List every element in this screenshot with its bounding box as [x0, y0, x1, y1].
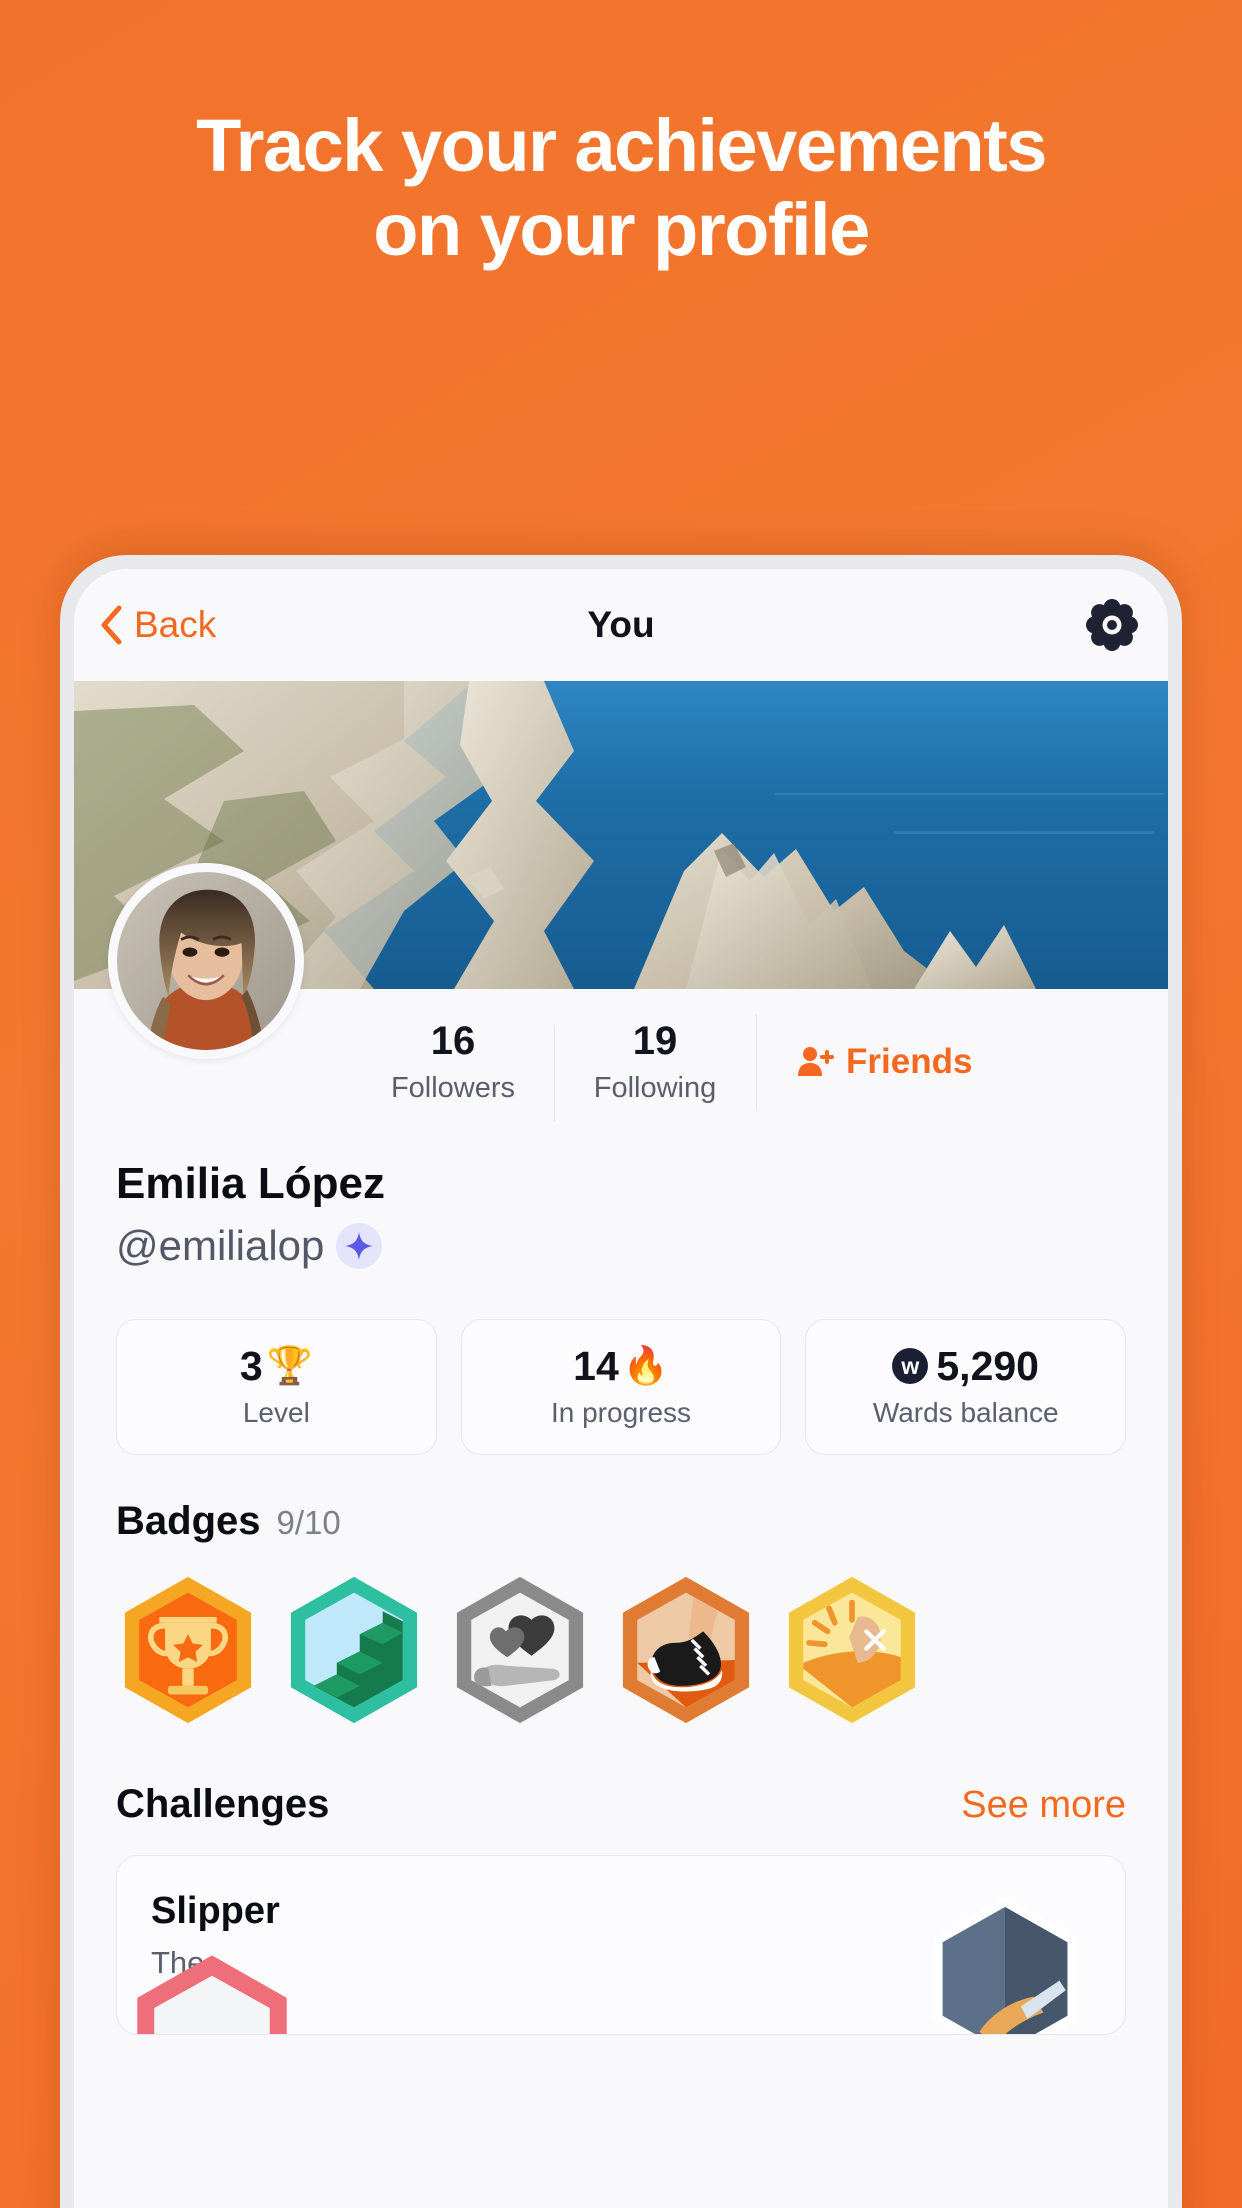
- challenge-card-slipper[interactable]: Slipper The: [116, 1855, 1126, 2035]
- trophy-emoji-icon: 🏆: [266, 1345, 313, 1386]
- stairs-badge-icon: [290, 1576, 418, 1724]
- stat-following[interactable]: 19 Following: [554, 1015, 756, 1121]
- level-card[interactable]: 3 🏆 Level: [116, 1319, 437, 1455]
- phone-frame: Back You 16 Followers 19 Following Frien…: [60, 555, 1182, 2208]
- level-card-value-row: 3 🏆: [240, 1341, 313, 1391]
- sneaker-badge-icon: [622, 1576, 750, 1724]
- app-screen: Back You 16 Followers 19 Following Frien…: [74, 569, 1168, 2208]
- stat-followers[interactable]: 16 Followers: [352, 1015, 554, 1109]
- badge-item-trophy[interactable]: [116, 1574, 260, 1726]
- badge-item-stairs[interactable]: [282, 1574, 426, 1726]
- navigation-bar: Back You: [74, 569, 1168, 681]
- badges-title: Badges: [116, 1499, 261, 1543]
- person-add-icon: [798, 1047, 834, 1076]
- level-value: 3: [239, 1343, 263, 1389]
- promo-headline: Track your achievements on your profile: [0, 104, 1242, 272]
- wards-coin-icon: w: [892, 1348, 929, 1384]
- page-title: You: [587, 604, 655, 645]
- stat-cards-row: 3 🏆 Level 14 🔥 In progress w 5,290 Wards…: [74, 1275, 1168, 1455]
- stats-row: 16 Followers 19 Following Friends: [352, 989, 972, 1123]
- blue-hexagon-badge-icon: [934, 1897, 1076, 2034]
- sparkle-icon: [345, 1232, 374, 1260]
- badges-header: Badges 9/10: [74, 1455, 1168, 1544]
- avatar-portrait-icon: [117, 872, 295, 1050]
- gear-icon[interactable]: [1086, 599, 1138, 651]
- badges-count: 9/10: [276, 1504, 341, 1541]
- wards-value-row: w 5,290: [892, 1341, 1039, 1391]
- trophy-badge-icon: [124, 1576, 252, 1724]
- badges-list[interactable]: [74, 1544, 1168, 1726]
- stat-value: 19: [632, 1019, 678, 1063]
- stat-value: 16: [430, 1019, 476, 1063]
- fire-emoji-icon: 🔥: [622, 1345, 669, 1386]
- sun-hand-badge-icon: [788, 1576, 916, 1724]
- badge-item-care[interactable]: [448, 1574, 592, 1726]
- avatar[interactable]: [108, 863, 304, 1059]
- challenges-header: Challenges See more: [74, 1726, 1168, 1827]
- add-friends-label: Friends: [846, 1042, 973, 1081]
- user-full-name: Emilia López: [116, 1159, 385, 1208]
- headline-line-2: on your profile: [373, 188, 870, 271]
- badge-item-sneaker[interactable]: [614, 1574, 758, 1726]
- in-progress-value-row: 14 🔥: [573, 1341, 669, 1391]
- hands-heart-badge-icon: [456, 1576, 584, 1724]
- back-button-label: Back: [134, 604, 217, 645]
- stat-label: Followers: [390, 1072, 516, 1104]
- in-progress-value: 14: [573, 1343, 619, 1389]
- wards-balance-card[interactable]: w 5,290 Wards balance: [805, 1319, 1127, 1455]
- level-card-label: Level: [242, 1397, 310, 1428]
- stat-label: Following: [593, 1072, 717, 1104]
- add-friends-button[interactable]: Friends: [756, 1004, 972, 1120]
- in-progress-card-label: In progress: [550, 1397, 692, 1428]
- wards-value: 5,290: [936, 1343, 1039, 1389]
- identity-block: Emilia López @emilialop: [74, 1137, 1168, 1275]
- back-button[interactable]: Back: [98, 604, 216, 646]
- see-more-link[interactable]: See more: [961, 1784, 1126, 1827]
- challenges-title: Challenges: [116, 1782, 330, 1826]
- in-progress-card[interactable]: 14 🔥 In progress: [460, 1319, 782, 1455]
- badge-item-sunrise[interactable]: [780, 1574, 924, 1726]
- wards-card-label: Wards balance: [872, 1397, 1059, 1428]
- promo-screenshot: Track your achievements on your profile …: [0, 0, 1242, 2208]
- avatar-image: [117, 872, 295, 1050]
- chevron-left-icon: [101, 605, 122, 645]
- verified-sparkle-badge[interactable]: [336, 1223, 383, 1269]
- handle-row: @emilialop: [116, 1217, 1168, 1275]
- pink-hexagon-icon: [137, 1955, 287, 2034]
- user-handle: @emilialop: [116, 1222, 325, 1269]
- headline-line-1: Track your achievements: [196, 104, 1047, 187]
- profile-summary-band: 16 Followers 19 Following Friends: [74, 863, 1168, 1137]
